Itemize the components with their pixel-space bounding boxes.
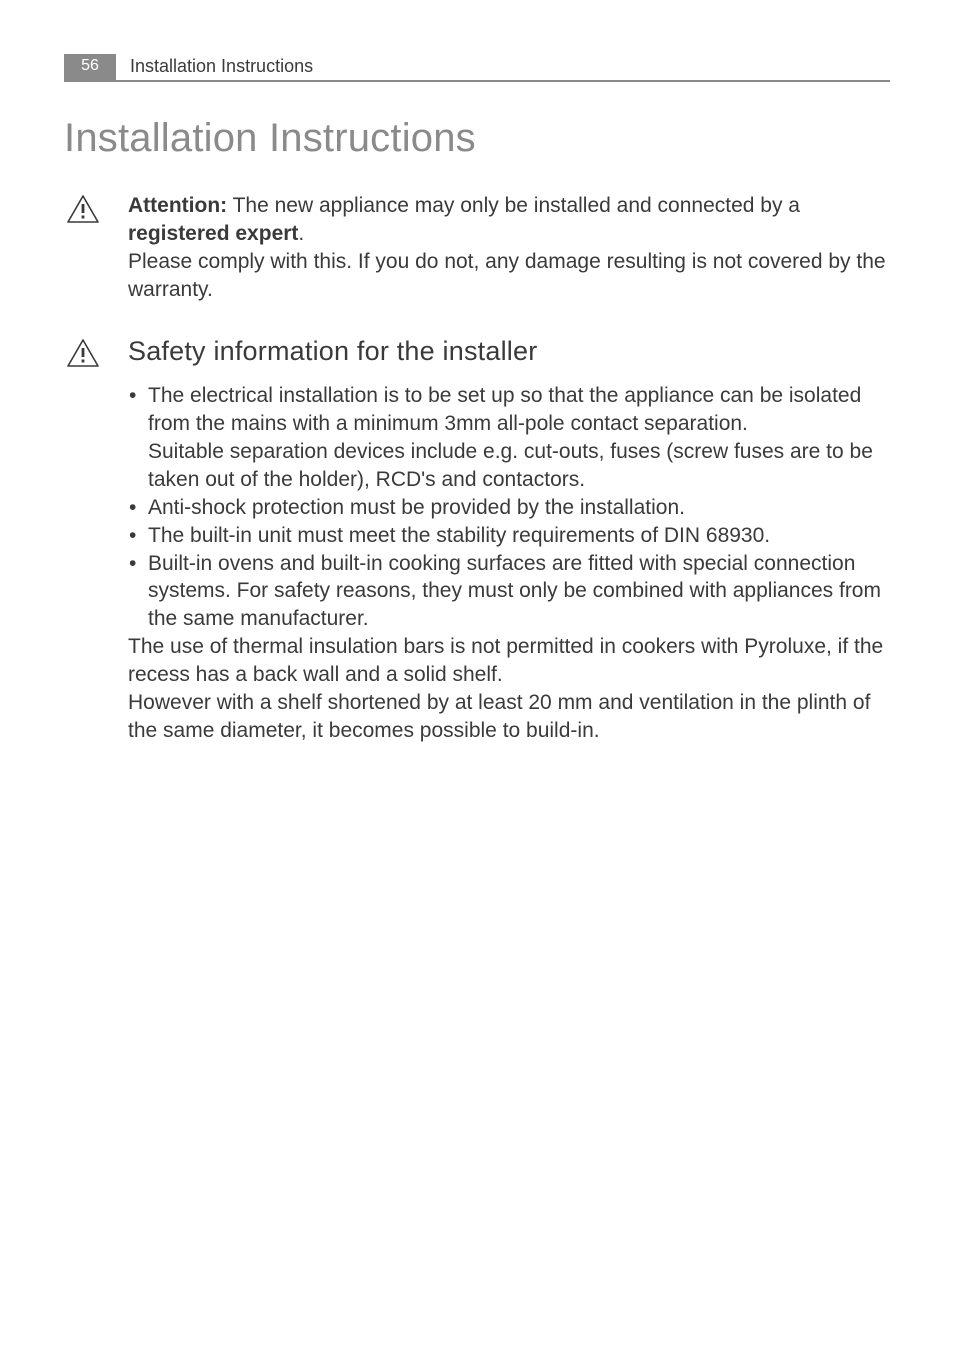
page-header: 56 Installation Instructions (64, 54, 890, 82)
list-item-text: Anti-shock protection must be provided b… (148, 496, 685, 519)
list-item: The built-in unit must meet the stabilit… (128, 522, 890, 550)
page-title: Installation Instructions (64, 116, 476, 161)
list-item: Anti-shock protection must be provided b… (128, 494, 890, 522)
attention-bold-phrase: registered expert (128, 222, 298, 245)
list-item-text: The electrical installation is to be set… (148, 384, 873, 491)
trailing-paragraph-1: The use of thermal insulation bars is no… (128, 633, 890, 689)
page-number: 56 (64, 54, 116, 80)
warning-triangle-icon (66, 194, 100, 229)
attention-label: Attention: (128, 194, 227, 217)
warning-triangle-icon (66, 338, 100, 373)
list-item-text: The built-in unit must meet the stabilit… (148, 524, 770, 547)
list-item-text: Built-in ovens and built-in cooking surf… (148, 552, 881, 631)
document-page: 56 Installation Instructions Installatio… (0, 0, 954, 1352)
trailing-paragraph-2: However with a shelf shortened by at lea… (128, 689, 890, 745)
attention-line-2: Please comply with this. If you do not, … (128, 248, 890, 304)
running-head-title: Installation Instructions (116, 54, 313, 80)
attention-text-before: The new appliance may only be installed … (227, 194, 800, 217)
attention-paragraph: Attention: The new appliance may only be… (128, 192, 890, 304)
list-item: Built-in ovens and built-in cooking surf… (128, 550, 890, 634)
attention-text-after: . (298, 222, 304, 245)
attention-line-1: Attention: The new appliance may only be… (128, 192, 890, 248)
list-item: The electrical installation is to be set… (128, 382, 890, 494)
safety-bullet-list: The electrical installation is to be set… (128, 382, 890, 633)
safety-content: The electrical installation is to be set… (128, 382, 890, 745)
section-heading-safety: Safety information for the installer (128, 336, 537, 367)
